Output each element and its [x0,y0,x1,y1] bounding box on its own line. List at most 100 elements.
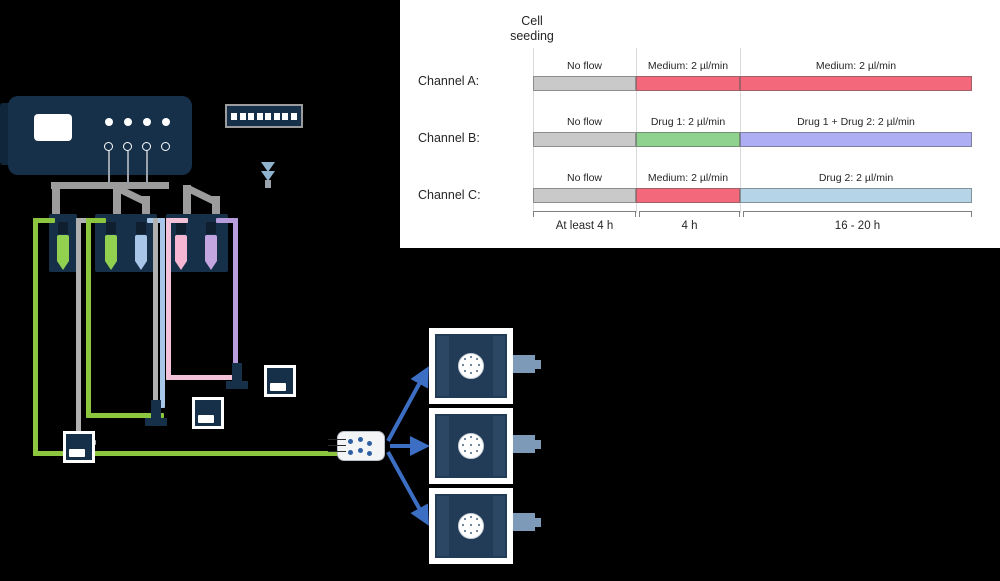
pump-manifold-arm-top [51,182,169,189]
cell-seeding-label: Cell seeding [500,14,564,44]
reservoir-tube-1-tip [57,261,69,270]
reservoir-tube-5-tip [205,261,217,270]
tubing-pink-run [166,375,236,380]
chip-3-side-left [437,496,449,556]
channel-b-segment-1-label: No flow [566,116,602,128]
chip-3-outlet-tip [529,518,541,527]
reservoir-tube-3-tip [135,261,147,270]
pump-port-1[interactable] [104,142,113,151]
reservoir-tube-2-liquid [105,235,117,261]
organ-chip-module-2[interactable] [429,408,513,484]
tubing-purple-vertical [233,218,238,370]
tube-cap-2 [106,222,116,234]
organ-chip-module-3[interactable] [429,488,513,564]
arrow-to-chip-1 [386,366,429,442]
pump-indicator-dot-4 [162,118,170,126]
reservoir-tube-4-tip [175,261,187,270]
flow-manifold[interactable] [328,431,385,461]
barcode-cell-4 [256,112,263,120]
duration-label-2: 4 h [681,220,698,232]
channel-a-segment-1-label: No flow [566,60,602,72]
channel-a-segment-3-bar [740,76,972,91]
chip-3-membrane [458,513,484,539]
cell-seeding-line-2: seeding [510,29,554,43]
manifold-dot-6 [367,451,372,456]
tubing-clamp-base-2 [226,381,248,389]
channel-a-label: Channel A: [418,74,480,88]
channel-a-segment-2-label: Medium: 2 µl/min [647,60,729,72]
tubing-green-vertical-2 [86,218,91,418]
tube-cap-4 [176,222,186,234]
pump-indicator-dot-2 [124,118,132,126]
chip-1-side-left [437,336,449,396]
manifold-inlet-line-1 [328,439,346,441]
channel-b-segment-2-label: Drug 1: 2 µl/min [650,116,726,128]
barcode-module-body [227,106,301,126]
flow-sensor-3[interactable] [264,365,296,397]
flow-sensor-1[interactable] [63,431,95,463]
channel-c-segment-3-label: Drug 2: 2 µl/min [818,172,894,184]
manifold-dot-4 [348,450,353,455]
tubing-gray-vertical-2 [153,218,158,403]
chip-1-membrane [458,353,484,379]
duration-bracket-1 [533,211,636,217]
channel-a-segment-3-label: Medium: 2 µl/min [815,60,897,72]
pump-port-2[interactable] [123,142,132,151]
barcode-cell-2 [239,112,246,120]
chip-3-side-right [493,496,505,556]
channel-c-segment-2-bar [636,188,740,203]
flow-sensor-1-display [69,449,85,457]
manifold-dot-1 [348,439,353,444]
barcode-cell-3 [248,112,255,120]
tube-cap-3 [136,222,146,234]
pump-indicator-dot-1 [105,118,113,126]
manifold-dot-2 [358,437,363,442]
pump-downtube-4 [142,196,150,216]
channel-b-segment-3-label: Drug 1 + Drug 2: 2 µl/min [797,116,915,128]
channel-b-segment-2-bar [636,132,740,147]
duration-bracket-2 [639,211,740,217]
valve-connector-icon [261,162,275,188]
channel-b-segment-3-bar [740,132,972,147]
tubing-blue-vertical [160,218,165,408]
pump-downtube-5 [212,196,220,216]
flow-sensor-2[interactable] [192,397,224,429]
duration-label-1: At least 4 h [555,220,614,232]
barcode-module[interactable] [225,104,303,128]
pump-port-3[interactable] [142,142,151,151]
barcode-cell-5 [265,112,272,120]
cell-seeding-line-1: Cell [521,14,543,28]
tube-cap-1 [58,222,68,234]
tubing-pink-vertical [166,218,171,380]
channel-c-segment-1-label: No flow [566,172,602,184]
barcode-cell-8 [290,112,297,120]
reservoir-tube-3-liquid [135,235,147,261]
arrow-to-chip-3 [386,451,429,526]
barcode-cell-1 [231,112,238,120]
figure-canvas: Cell seeding Channel A: No flow Medium: … [0,0,1000,581]
reservoir-tube-5-liquid [205,235,217,261]
tube-cap-5 [206,222,216,234]
chip-2-outlet-tip [529,440,541,449]
barcode-cell-6 [273,112,280,120]
channel-a-segment-1-bar [533,76,636,91]
flow-sensor-3-display [270,383,286,391]
manifold-inlet-line-2 [328,445,346,447]
reservoir-tube-4-liquid [175,235,187,261]
flow-sensor-1-body [66,434,92,460]
tubing-clamp-base-1 [145,418,167,426]
pump-port-4[interactable] [161,142,170,151]
channel-b-label: Channel B: [418,131,480,145]
chip-2-side-left [437,416,449,476]
tubing-gray-vertical-1 [76,218,81,444]
reservoir-tube-1-liquid [57,235,69,261]
channel-c-label: Channel C: [418,188,481,202]
channel-a-segment-2-bar [636,76,740,91]
reservoir-tube-2-tip [105,261,117,270]
manifold-dot-3 [367,441,372,446]
channel-c-segment-1-bar [533,188,636,203]
channel-c-segment-2-label: Medium: 2 µl/min [647,172,729,184]
organ-chip-module-1[interactable] [429,328,513,404]
channel-b-segment-1-bar [533,132,636,147]
channel-c-segment-3-bar [740,188,972,203]
